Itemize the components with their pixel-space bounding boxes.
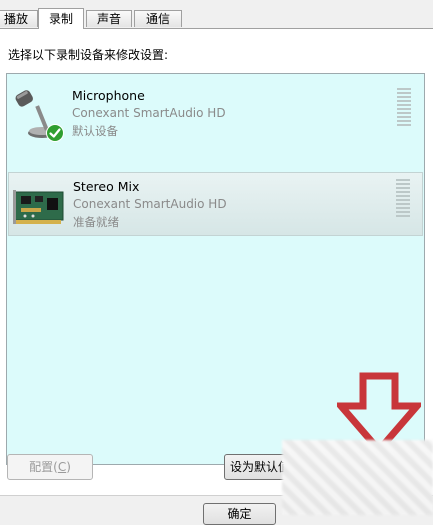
- tab-sounds-label: 声音: [96, 12, 121, 26]
- tab-communications-label: 通信: [145, 12, 170, 26]
- instruction-text: 选择以下录制设备来修改设置:: [8, 48, 169, 62]
- tab-recording[interactable]: 录制: [38, 8, 84, 29]
- tab-playback[interactable]: 播放: [0, 10, 38, 27]
- set-default-button-label: 设为默认值: [230, 460, 291, 474]
- device-driver: Conexant SmartAudio HD: [72, 106, 226, 120]
- level-meter: [396, 179, 410, 219]
- ok-button[interactable]: 确定: [203, 503, 276, 525]
- tab-recording-label: 录制: [48, 12, 73, 26]
- tab-sounds[interactable]: 声音: [86, 10, 132, 27]
- device-status: 默认设备: [72, 124, 118, 138]
- tab-strip: 播放 录制 声音 通信: [0, 8, 433, 29]
- default-check-icon: [46, 124, 64, 142]
- device-item-stereo-mix[interactable]: Stereo Mix Conexant SmartAudio HD 准备就绪: [8, 172, 423, 236]
- tab-playback-label: 播放: [3, 12, 28, 26]
- blurred-region: [282, 440, 433, 515]
- device-name: Microphone: [72, 88, 145, 103]
- sound-card-icon: [13, 179, 67, 233]
- recording-panel: 选择以下录制设备来修改设置: Microphone Conexant Smart…: [0, 29, 433, 495]
- device-driver: Conexant SmartAudio HD: [73, 197, 227, 211]
- tab-communications[interactable]: 通信: [134, 10, 182, 27]
- configure-button[interactable]: 配置(C): [7, 454, 93, 480]
- device-item-microphone[interactable]: Microphone Conexant SmartAudio HD 默认设备: [8, 82, 423, 146]
- device-name: Stereo Mix: [73, 179, 140, 194]
- configure-button-label: 配置: [29, 460, 54, 474]
- ok-button-label: 确定: [227, 507, 252, 521]
- device-status: 准备就绪: [73, 215, 119, 229]
- level-meter: [397, 88, 411, 128]
- configure-access-key: C: [57, 460, 67, 474]
